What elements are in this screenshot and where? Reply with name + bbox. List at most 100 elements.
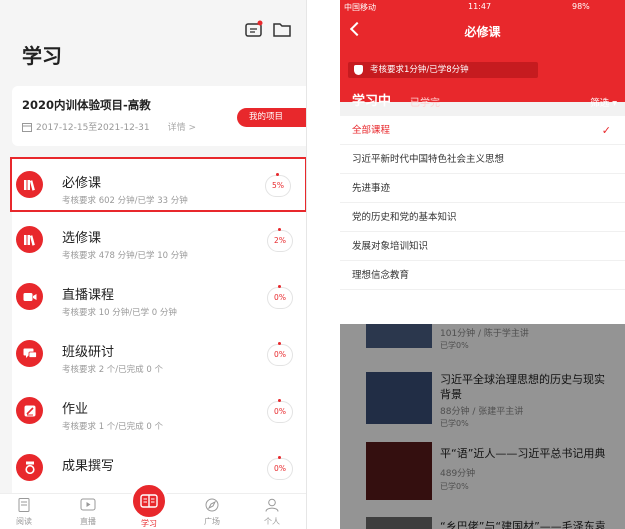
course-name: 选修课 <box>62 231 102 246</box>
tab-study[interactable]: 学习 <box>129 518 169 529</box>
books-icon <box>16 226 43 253</box>
document-icon <box>18 498 30 512</box>
tab-completed[interactable]: 已学完 <box>410 94 440 109</box>
video-thumbnail <box>366 442 432 500</box>
tab-label: 直播 <box>80 517 96 526</box>
filter-option-label: 习近平新时代中国特色社会主义思想 <box>352 154 505 165</box>
project-dates: 2017-12-15至2021-12-31 详情 > <box>22 120 196 133</box>
list-item[interactable]: 101分钟 / 陈于学主讲 已学0% <box>340 314 625 364</box>
play-icon <box>80 498 96 511</box>
check-icon: ✓ <box>601 124 611 137</box>
course-progress: 0% <box>267 399 293 423</box>
tab-label: 个人 <box>264 517 280 526</box>
tab-reading[interactable]: 阅读 <box>4 498 44 527</box>
notification-icon[interactable] <box>244 20 264 38</box>
course-progress: 0% <box>267 342 293 366</box>
filter-button[interactable]: 筛选 ▾ <box>590 95 617 109</box>
filter-dropdown: 全部课程 ✓ 习近平新时代中国特色社会主义思想 先进事迹 党的历史和党的基本知识… <box>340 116 625 324</box>
tab-label: 阅读 <box>16 517 32 526</box>
requirement-banner: 考核要求1分钟/已学8分钟 <box>348 62 538 78</box>
learning-screen: 学习 2020内训体验项目-高教 2017-12-15至2021-12-31 详… <box>0 0 307 529</box>
shield-icon <box>354 65 363 75</box>
item-meta: 101分钟 / 陈于学主讲 <box>440 329 529 339</box>
award-icon <box>16 454 43 481</box>
filter-option[interactable]: 发展对象培训知识 <box>340 232 625 261</box>
course-name: 成果撰写 <box>62 459 115 474</box>
course-discussion[interactable]: 班级研讨 考核要求 2 个/已完成 0 个 0% <box>12 328 306 383</box>
item-title: “乡巴佬”与“建国材”——毛泽东袁 <box>440 520 606 529</box>
list-item[interactable]: 平“语”近人——习近平总书记用典 489分钟 已学0% <box>340 434 625 509</box>
list-item[interactable]: “乡巴佬”与“建国材”——毛泽东袁 <box>340 509 625 529</box>
filter-option-label: 发展对象培训知识 <box>352 241 429 252</box>
item-meta: 489分钟 <box>440 469 476 479</box>
folder-icon[interactable] <box>272 20 292 38</box>
carrier: 中国移动 <box>344 3 376 12</box>
filter-option-all[interactable]: 全部课程 ✓ <box>340 116 625 145</box>
pencil-note-icon <box>16 397 43 424</box>
course-name: 必修课 <box>62 176 102 191</box>
project-detail-link[interactable]: 详情 > <box>168 120 196 133</box>
filter-option-label: 党的历史和党的基本知识 <box>352 212 457 223</box>
course-requirement: 考核要求 10 分钟/已学 0 分钟 <box>62 308 177 318</box>
filter-option[interactable]: 习近平新时代中国特色社会主义思想 <box>340 145 625 174</box>
item-title: 平“语”近人——习近平总书记用典 <box>440 447 606 460</box>
course-required[interactable]: 必修课 考核要求 602 分钟/已学 33 分钟 5% <box>10 157 306 212</box>
course-name: 作业 <box>62 402 89 417</box>
project-card[interactable]: 2020内训体验项目-高教 2017-12-15至2021-12-31 详情 >… <box>12 86 306 146</box>
course-elective[interactable]: 选修课 考核要求 478 分钟/已学 10 分钟 2% <box>12 214 306 269</box>
course-homework[interactable]: 作业 考核要求 1 个/已完成 0 个 0% <box>12 385 306 440</box>
item-title: 习近平全球治理思想的历史与现实背景 <box>440 373 605 401</box>
filter-option-label: 全部课程 <box>352 125 391 136</box>
video-camera-icon <box>16 283 43 310</box>
course-requirement: 考核要求 602 分钟/已学 33 分钟 <box>62 196 188 206</box>
book-icon <box>140 494 158 508</box>
tab-label: 广场 <box>204 517 220 526</box>
filter-option[interactable]: 理想信念教育 <box>340 261 625 290</box>
tab-live[interactable]: 直播 <box>68 498 108 527</box>
tab-label: 学习 <box>141 519 157 528</box>
clock: 11:47 <box>468 2 492 11</box>
nav-bar: 必修课 考核要求1分钟/已学8分钟 学习中 已学完 筛选 ▾ <box>340 14 625 109</box>
item-progress: 已学0% <box>440 419 469 428</box>
tab-profile[interactable]: 个人 <box>252 498 292 527</box>
square-compass-icon <box>205 498 219 512</box>
tab-in-progress[interactable]: 学习中 <box>352 90 391 109</box>
course-name: 直播课程 <box>62 288 115 303</box>
course-live[interactable]: 直播课程 考核要求 10 分钟/已学 0 分钟 0% <box>12 271 306 326</box>
list-item[interactable]: 习近平全球治理思想的历史与现实背景 88分钟 / 张建平主讲 已学0% <box>340 364 625 434</box>
item-progress: 已学0% <box>440 341 469 350</box>
course-requirement: 考核要求 1 个/已完成 0 个 <box>62 422 163 432</box>
chat-icon <box>16 340 43 367</box>
filter-option-label: 先进事迹 <box>352 183 391 194</box>
requirement-text: 考核要求1分钟/已学8分钟 <box>370 65 469 75</box>
required-courses-screen: 中国移动 11:47 98% 必修课 考核要求1分钟/已学8分钟 学习中 已学完… <box>340 0 625 529</box>
course-progress: 2% <box>267 228 293 252</box>
filter-option-label: 理想信念教育 <box>352 270 410 281</box>
books-icon <box>16 171 43 198</box>
course-progress: 0% <box>267 456 293 480</box>
filter-option[interactable]: 党的历史和党的基本知识 <box>340 203 625 232</box>
video-thumbnail <box>366 517 432 529</box>
nav-title: 必修课 <box>464 25 501 39</box>
video-thumbnail <box>366 372 432 424</box>
course-list: 必修课 考核要求 602 分钟/已学 33 分钟 5% 选修课 考核要求 478… <box>10 157 306 497</box>
calendar-icon <box>22 122 32 132</box>
filter-option[interactable]: 先进事迹 <box>340 174 625 203</box>
project-date-range: 2017-12-15至2021-12-31 <box>36 123 150 133</box>
course-requirement: 考核要求 478 分钟/已学 10 分钟 <box>62 251 188 261</box>
battery-level: 98% <box>572 2 590 11</box>
course-requirement: 考核要求 2 个/已完成 0 个 <box>62 365 163 375</box>
study-center-button[interactable] <box>130 482 168 520</box>
item-progress: 已学0% <box>440 482 469 491</box>
course-name: 班级研讨 <box>62 345 115 360</box>
my-projects-button[interactable]: 我的项目 <box>237 108 306 127</box>
course-progress: 5% <box>265 173 291 197</box>
course-progress: 0% <box>267 285 293 309</box>
tab-square[interactable]: 广场 <box>192 498 232 527</box>
project-name: 2020内训体验项目-高教 <box>22 98 151 112</box>
bottom-tab-bar: 阅读 直播 学习 广场 个人 <box>0 482 306 529</box>
page-title: 学习 <box>22 44 62 68</box>
top-icons <box>244 20 292 38</box>
item-meta: 88分钟 / 张建平主讲 <box>440 407 524 417</box>
person-icon <box>265 498 279 512</box>
